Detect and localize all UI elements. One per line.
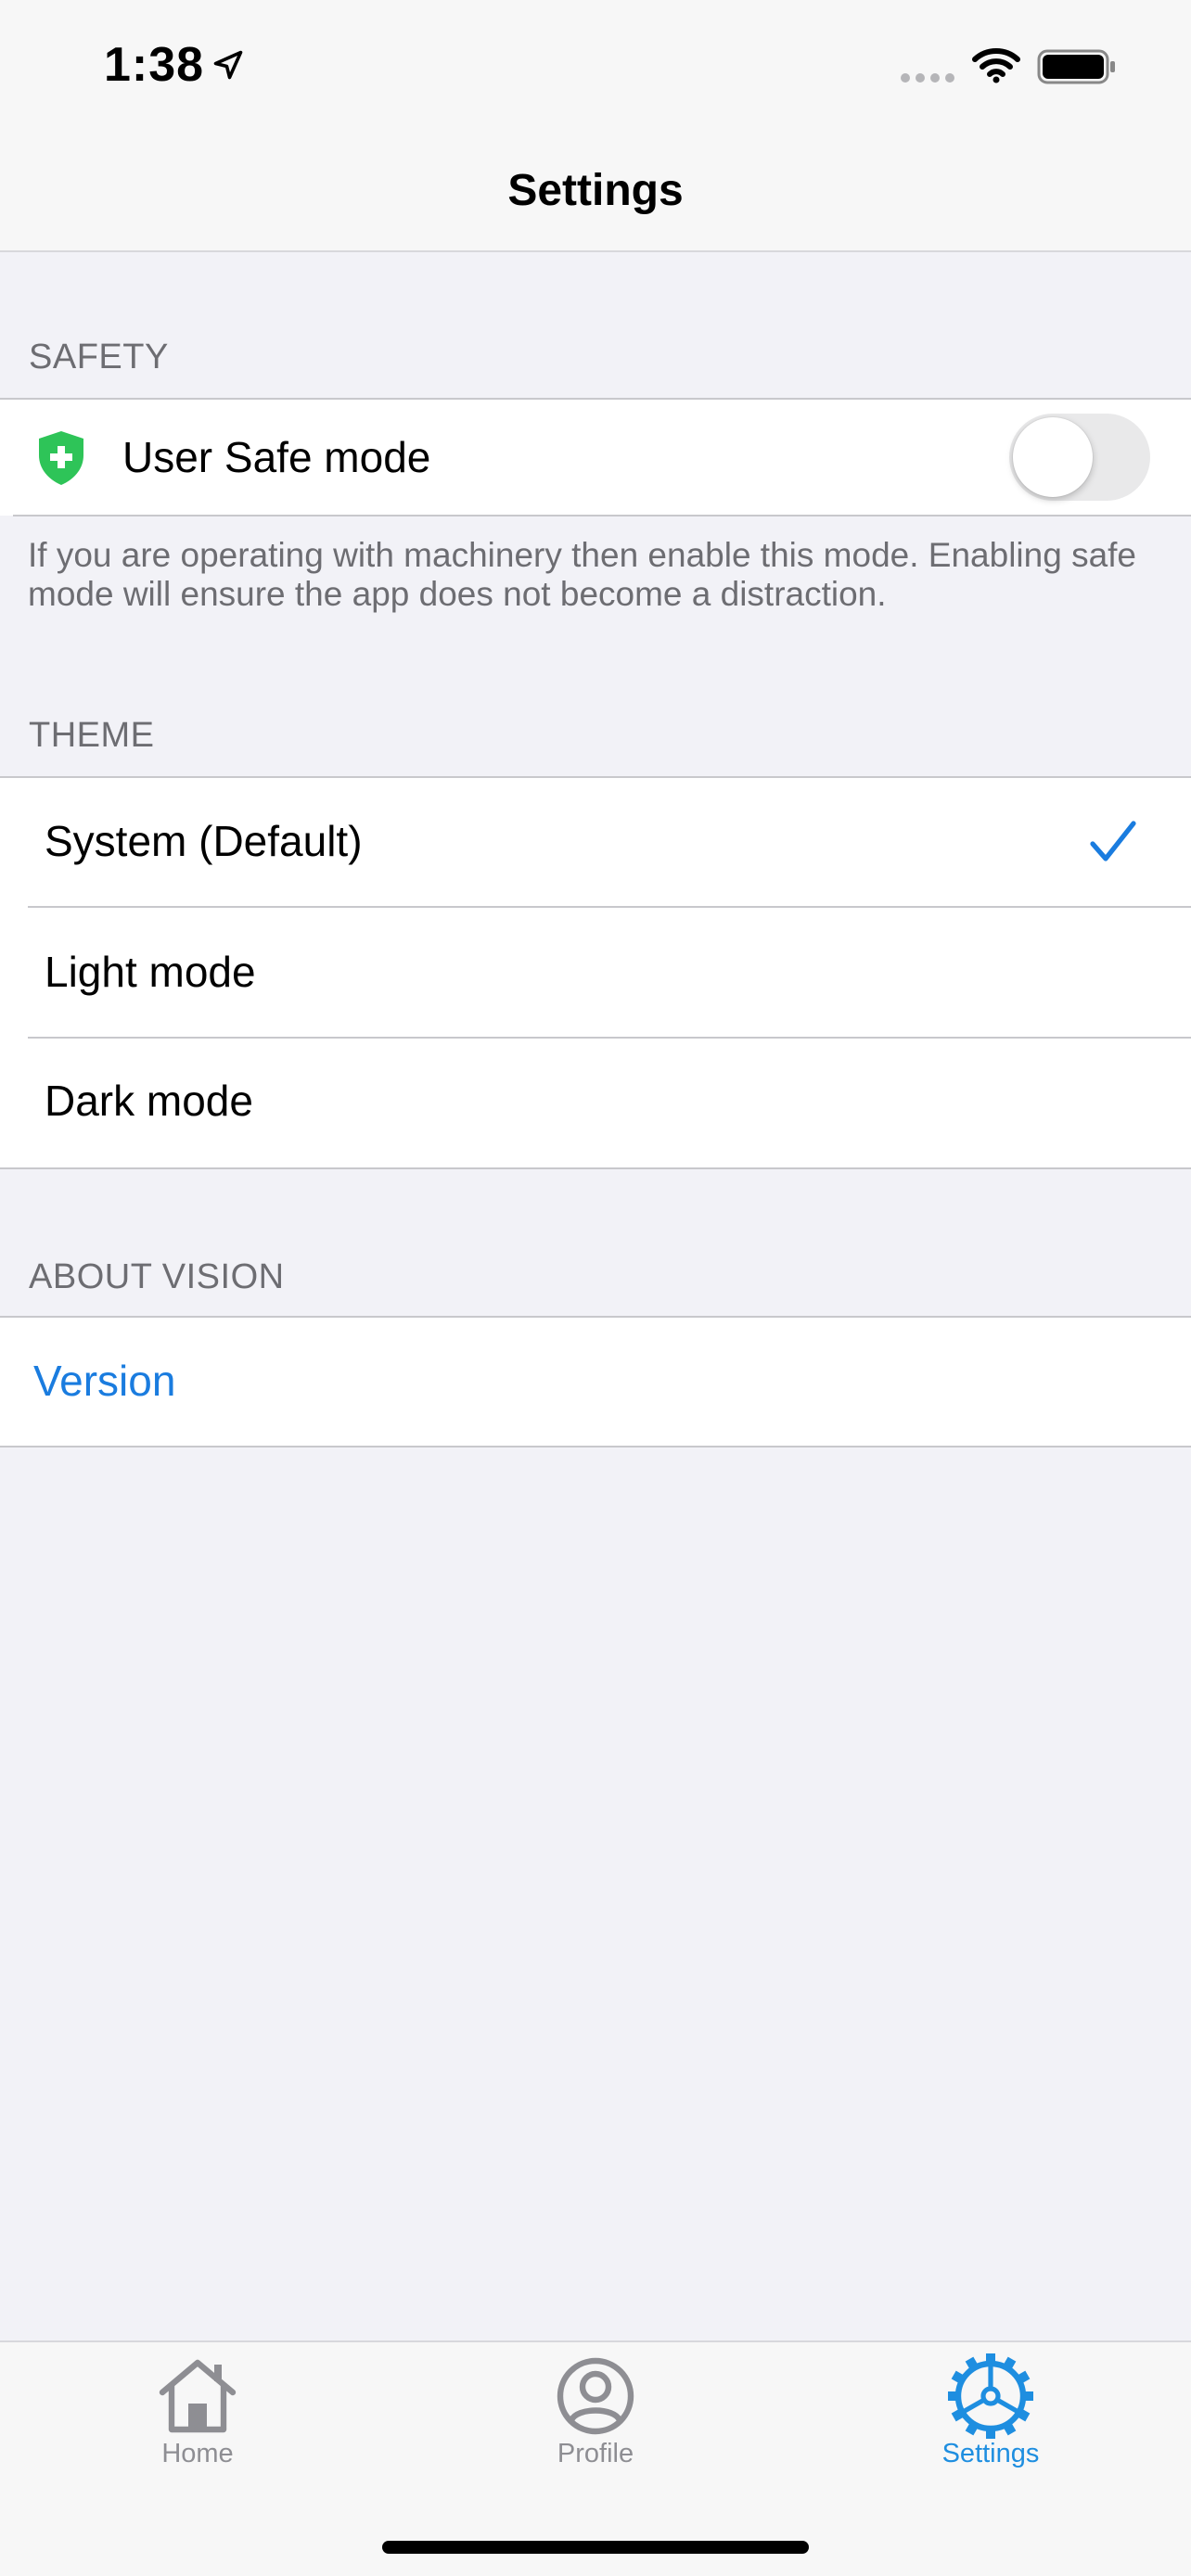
profile-icon	[557, 2357, 634, 2435]
version-row[interactable]: Version	[0, 1317, 1191, 1447]
tab-settings[interactable]: Settings	[852, 2342, 1130, 2481]
status-time: 1:38	[104, 38, 205, 92]
page-title: Settings	[507, 166, 684, 215]
theme-option-dark[interactable]: Dark mode	[0, 1039, 1191, 1168]
toggle-knob	[1013, 417, 1093, 497]
section-header-about: ABOUT VISION	[29, 1257, 285, 1296]
theme-option-label: Dark mode	[45, 1077, 253, 1125]
theme-option-light[interactable]: Light mode	[0, 908, 1191, 1038]
tab-home[interactable]: Home	[58, 2342, 337, 2481]
theme-option-system[interactable]: System (Default)	[0, 779, 1191, 905]
home-icon	[159, 2359, 237, 2433]
safe-mode-toggle[interactable]	[1009, 414, 1150, 501]
divider	[0, 1446, 1191, 1447]
top-bar: 1:38 Settings	[0, 0, 1191, 252]
tab-label: Home	[161, 2439, 234, 2468]
divider	[0, 398, 1191, 400]
divider	[0, 1316, 1191, 1318]
wifi-icon	[972, 48, 1020, 83]
settings-screen: 1:38 Settings SAFETY User Safe mode If y…	[0, 0, 1191, 2576]
divider	[0, 776, 1191, 778]
battery-icon	[1037, 49, 1115, 84]
checkmark-icon	[1090, 821, 1136, 861]
theme-option-label: Light mode	[45, 948, 256, 996]
version-label: Version	[33, 1357, 176, 1405]
section-header-safety: SAFETY	[29, 338, 169, 376]
tab-label: Settings	[941, 2439, 1040, 2468]
tab-profile[interactable]: Profile	[456, 2342, 735, 2481]
safe-mode-footnote: If you are operating with machinery then…	[28, 536, 1137, 613]
theme-option-label: System (Default)	[45, 817, 363, 865]
divider	[0, 1167, 1191, 1169]
home-indicator	[382, 2541, 809, 2554]
shield-plus-icon	[39, 431, 83, 485]
signal-icon	[901, 73, 954, 83]
divider	[13, 515, 1191, 516]
safe-mode-label: User Safe mode	[122, 433, 431, 481]
location-arrow-icon	[213, 50, 243, 80]
section-header-theme: THEME	[29, 716, 155, 755]
tab-label: Profile	[557, 2439, 634, 2468]
gear-icon	[948, 2353, 1033, 2439]
